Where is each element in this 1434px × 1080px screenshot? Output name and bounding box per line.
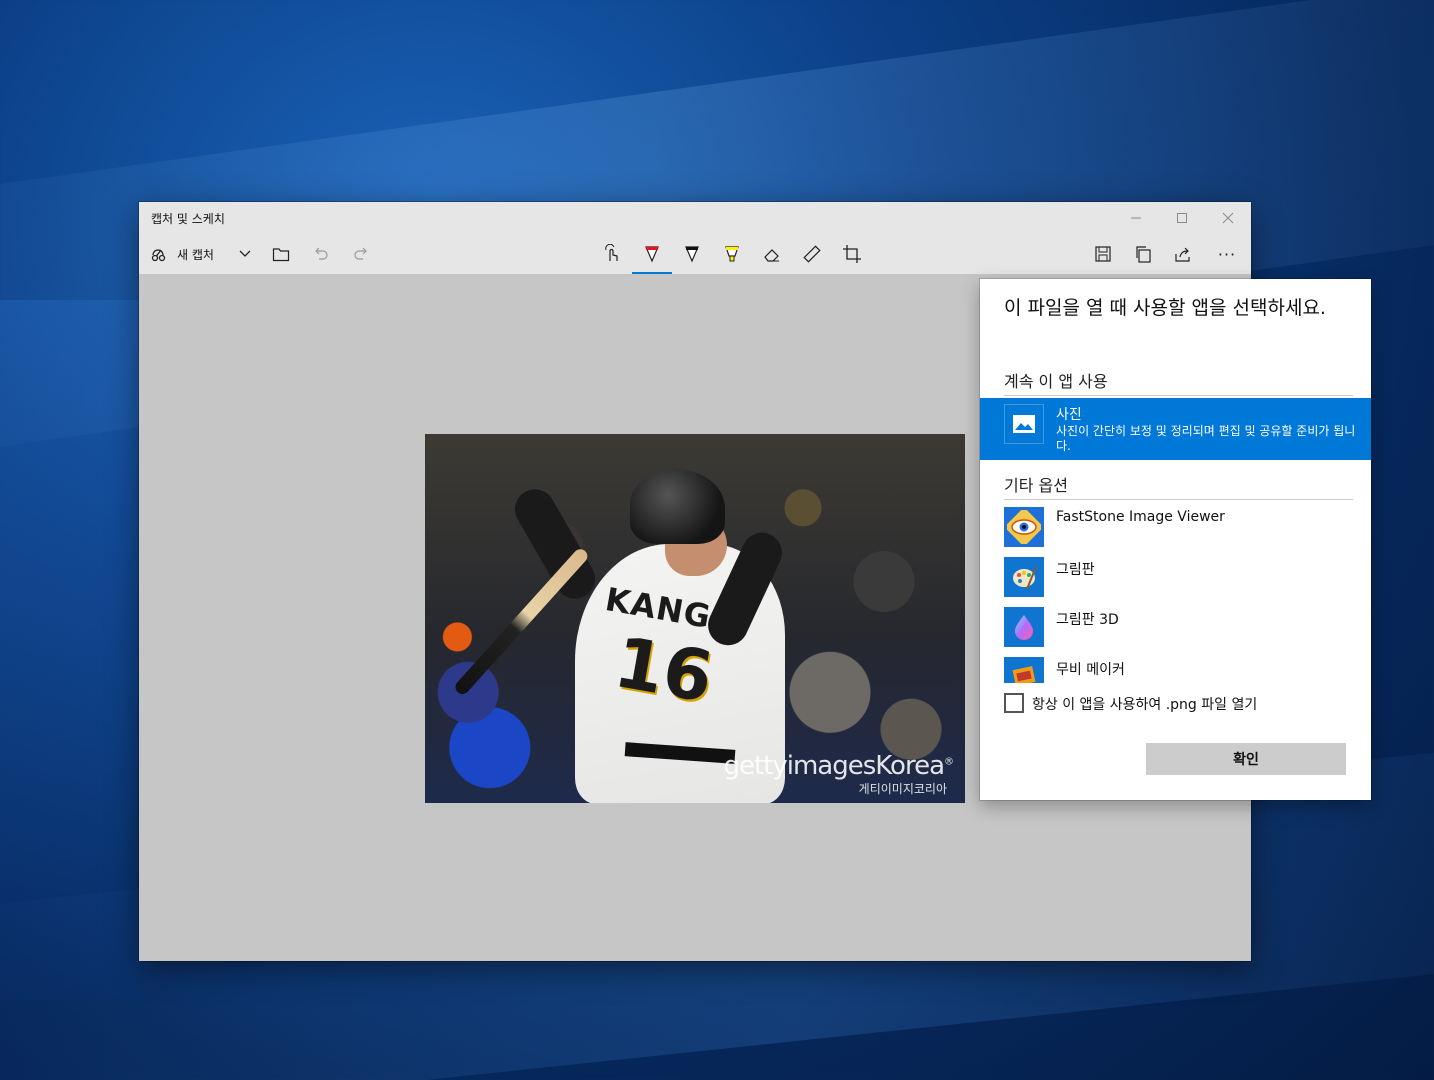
- maximize-icon: [1177, 213, 1187, 223]
- new-capture-label: 새 캡처: [177, 247, 214, 262]
- share-button[interactable]: [1163, 234, 1203, 274]
- watermark-registered-mark: ®: [944, 756, 954, 768]
- pencil-icon: [685, 246, 699, 263]
- save-button[interactable]: [1083, 234, 1123, 274]
- always-use-checkbox[interactable]: [1004, 693, 1024, 713]
- touch-writing-button[interactable]: [592, 234, 632, 274]
- screenshot-image[interactable]: KANG 16 gettyimagesKorea® 게티이미지코리아: [425, 434, 965, 803]
- chevron-down-icon: [239, 250, 251, 257]
- highlighter-button[interactable]: [712, 234, 752, 274]
- save-icon: [1095, 246, 1111, 262]
- crop-icon: [843, 245, 861, 263]
- photo-helmet: [630, 469, 725, 544]
- toolbar: 새 캡처 ···: [139, 234, 1251, 274]
- always-use-label: 항상 이 앱을 사용하여 .png 파일 열기: [1032, 697, 1258, 713]
- close-button[interactable]: [1205, 202, 1251, 234]
- app-description: 사진이 간단히 보정 및 정리되며 편집 및 공유할 준비가 됩니다.: [1056, 424, 1356, 453]
- divider: [1004, 395, 1353, 396]
- copy-icon: [1136, 246, 1151, 263]
- desktop-wallpaper-light: [0, 300, 140, 1000]
- crop-button[interactable]: [832, 234, 872, 274]
- undo-button[interactable]: [301, 234, 341, 274]
- app-option-photos[interactable]: 사진 사진이 간단히 보정 및 정리되며 편집 및 공유할 준비가 됩니다.: [980, 398, 1371, 460]
- folder-icon: [272, 248, 290, 262]
- jersey-number: 16: [608, 621, 719, 719]
- divider: [1004, 499, 1353, 500]
- movie-maker-icon: [1004, 657, 1044, 683]
- undo-icon: [315, 247, 328, 260]
- redo-button[interactable]: [341, 234, 381, 274]
- new-capture-icon: [151, 249, 166, 262]
- app-option-paint[interactable]: 그림판: [980, 553, 1371, 603]
- new-capture-dropdown[interactable]: [225, 234, 265, 274]
- paint3d-drop-icon: [1004, 607, 1044, 647]
- watermark-logo: gettyimagesKorea®: [723, 751, 954, 781]
- open-file-button[interactable]: [261, 234, 301, 274]
- faststone-eye-icon: [1004, 507, 1044, 547]
- watermark-text: gettyimagesKorea: [723, 751, 945, 781]
- touch-writing-icon: [605, 244, 618, 261]
- copy-button[interactable]: [1123, 234, 1163, 274]
- photos-icon: [1004, 404, 1044, 444]
- window-title: 캡처 및 스케치: [151, 212, 225, 226]
- title-bar[interactable]: 캡처 및 스케치: [139, 202, 1251, 234]
- app-option-faststone[interactable]: FastStone Image Viewer: [980, 503, 1371, 553]
- more-options-button[interactable]: ···: [1207, 234, 1247, 274]
- app-option-paint3d[interactable]: 그림판 3D: [980, 603, 1371, 653]
- pencil-button[interactable]: [672, 234, 712, 274]
- dialog-title: 이 파일을 열 때 사용할 앱을 선택하세요.: [1004, 297, 1326, 319]
- app-name: 무비 메이커: [1056, 662, 1125, 678]
- highlighter-icon: [725, 246, 739, 262]
- close-icon: [1222, 212, 1234, 224]
- ballpoint-pen-button[interactable]: [632, 234, 672, 274]
- open-with-dialog: 이 파일을 열 때 사용할 앱을 선택하세요. 계속 이 앱 사용 사진 사진이…: [980, 279, 1371, 800]
- app-name: 그림판 3D: [1056, 612, 1119, 628]
- ruler-button[interactable]: [792, 234, 832, 274]
- maximize-button[interactable]: [1159, 202, 1205, 234]
- minimize-icon: [1131, 217, 1141, 219]
- app-name: 그림판: [1056, 562, 1095, 578]
- other-options-heading: 기타 옵션: [1004, 476, 1068, 495]
- share-icon: [1175, 247, 1190, 262]
- eraser-button[interactable]: [752, 234, 792, 274]
- ok-button[interactable]: 확인: [1146, 743, 1346, 775]
- redo-icon: [354, 247, 367, 260]
- app-name: 사진: [1056, 407, 1082, 423]
- ballpoint-pen-icon: [645, 246, 659, 263]
- paint-palette-icon: [1004, 557, 1044, 597]
- ruler-icon: [803, 245, 821, 263]
- keep-using-heading: 계속 이 앱 사용: [1004, 372, 1108, 391]
- eraser-icon: [764, 249, 779, 262]
- minimize-button[interactable]: [1113, 202, 1159, 234]
- photo-bat: [452, 546, 591, 697]
- app-name: FastStone Image Viewer: [1056, 509, 1225, 525]
- app-option-movie-maker[interactable]: 무비 메이커: [980, 653, 1371, 683]
- watermark-subtext: 게티이미지코리아: [858, 782, 947, 796]
